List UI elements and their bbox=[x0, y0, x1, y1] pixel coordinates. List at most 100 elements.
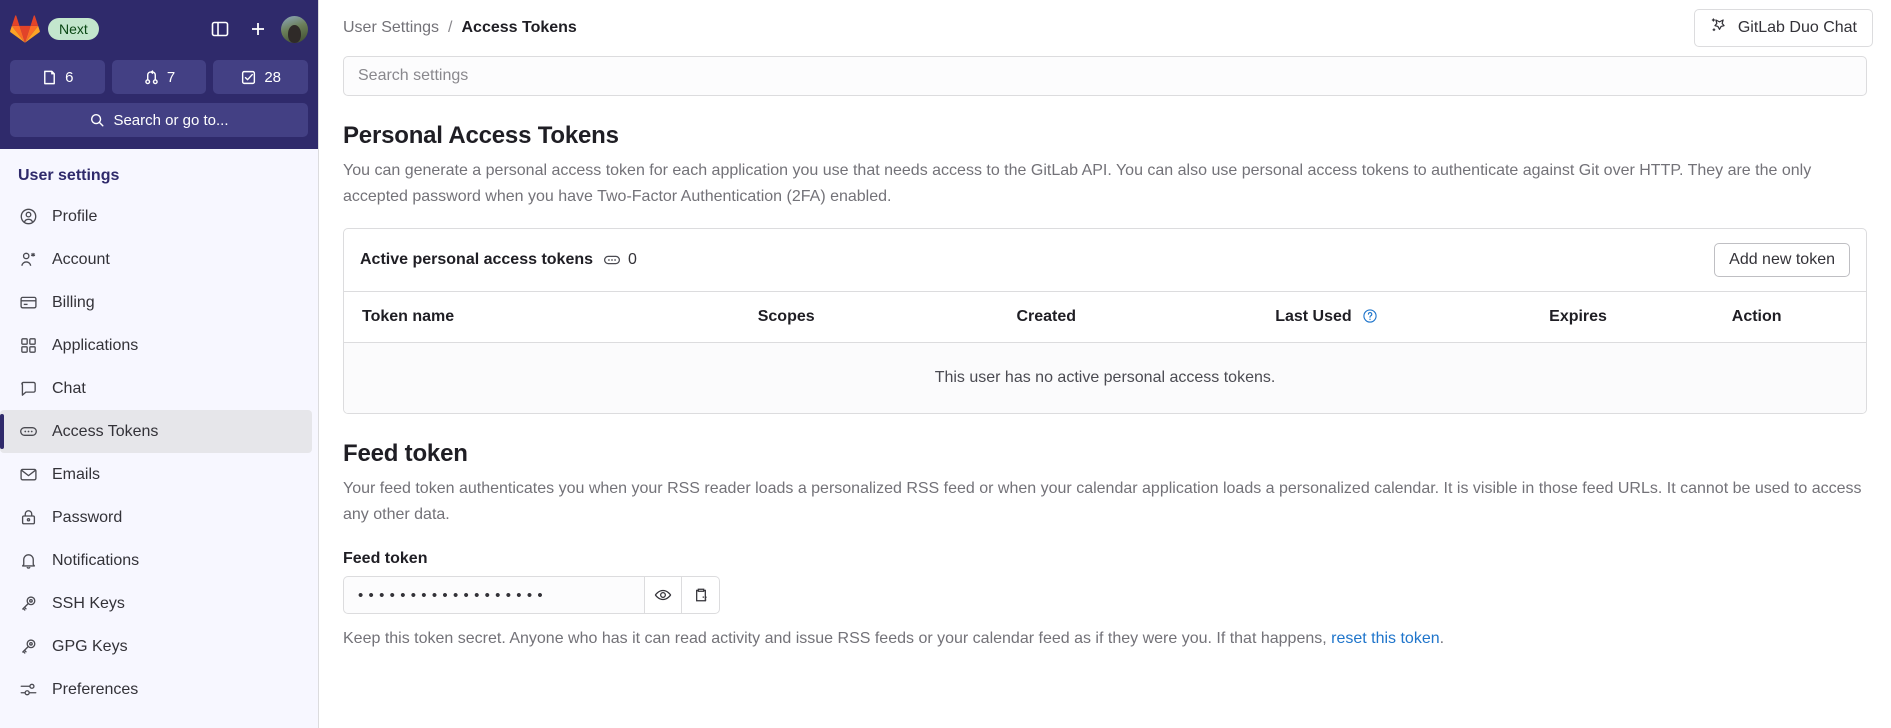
eye-icon bbox=[654, 589, 672, 601]
sidebar-item-label: Profile bbox=[52, 207, 98, 225]
page-title: Personal Access Tokens bbox=[343, 122, 619, 149]
topbar: User Settings / Access Tokens GitLab Duo… bbox=[319, 0, 1891, 56]
search-settings-input[interactable] bbox=[343, 56, 1867, 96]
table-row-empty: This user has no active personal access … bbox=[344, 342, 1866, 413]
column-last-used-label: Last Used bbox=[1275, 308, 1352, 325]
bell-icon bbox=[18, 551, 38, 571]
gitlab-logo-icon[interactable] bbox=[10, 14, 40, 44]
column-scopes: Scopes bbox=[739, 292, 999, 343]
envelope-icon bbox=[18, 465, 38, 485]
column-last-used: Last Used bbox=[1257, 292, 1532, 343]
issues-counter[interactable]: 6 bbox=[10, 60, 105, 94]
merge-requests-counter[interactable]: 7 bbox=[111, 60, 207, 94]
feed-token-row: •••••••••••••••••• bbox=[343, 576, 1867, 614]
breadcrumb-current[interactable]: Access Tokens bbox=[462, 19, 577, 37]
panel-toggle-icon[interactable] bbox=[205, 14, 235, 44]
settings-content: Personal Access Tokens You can generate … bbox=[319, 56, 1891, 728]
sidebar-item-chat[interactable]: Chat bbox=[0, 367, 318, 410]
sidebar-item-label: Emails bbox=[52, 465, 101, 483]
sidebar-item-label: Notifications bbox=[52, 551, 140, 569]
column-expires: Expires bbox=[1531, 292, 1714, 343]
search-or-go-to-button[interactable]: Search or go to... bbox=[10, 103, 308, 137]
tokens-table-head: Token name Scopes Created Last Used Expi… bbox=[344, 292, 1866, 343]
todos-counter[interactable]: 28 bbox=[213, 60, 309, 94]
next-badge: Next bbox=[48, 18, 99, 40]
personal-access-tokens-description: You can generate a personal access token… bbox=[343, 162, 1812, 205]
gitlab-duo-chat-label: GitLab Duo Chat bbox=[1737, 19, 1857, 36]
key-icon bbox=[18, 594, 38, 614]
chat-bubble-icon bbox=[18, 379, 38, 399]
applications-grid-icon bbox=[18, 336, 38, 356]
clipboard-icon bbox=[695, 588, 706, 602]
profile-icon bbox=[18, 207, 38, 227]
preferences-sliders-icon bbox=[18, 680, 38, 700]
feed-token-footer-suffix: . bbox=[1439, 630, 1445, 647]
reveal-feed-token-button[interactable] bbox=[644, 576, 682, 614]
search-icon bbox=[91, 113, 104, 127]
sidebar-item-applications[interactable]: Applications bbox=[0, 324, 318, 367]
sidebar-item-gpg-keys[interactable]: GPG Keys bbox=[0, 625, 318, 668]
breadcrumb-parent[interactable]: User Settings bbox=[343, 19, 439, 37]
sidebar-item-password[interactable]: Password bbox=[0, 496, 318, 539]
sidebar-item-label: Applications bbox=[52, 336, 139, 354]
plus-icon[interactable] bbox=[243, 14, 273, 44]
sidebar-item-billing[interactable]: Billing bbox=[0, 281, 318, 324]
active-tokens-count: 0 bbox=[628, 251, 637, 268]
sidebar-nav: User settings Profile Account Billing Ap… bbox=[0, 149, 318, 728]
gitlab-duo-chat-button[interactable]: GitLab Duo Chat bbox=[1693, 9, 1873, 47]
sidebar-item-profile[interactable]: Profile bbox=[0, 195, 318, 238]
add-new-token-button[interactable]: Add new token bbox=[1714, 243, 1850, 277]
sidebar-item-account[interactable]: Account bbox=[0, 238, 318, 281]
tokens-table: Token name Scopes Created Last Used Expi… bbox=[344, 292, 1866, 413]
feed-token-field-label: Feed token bbox=[343, 550, 428, 567]
sidebar-item-notifications[interactable]: Notifications bbox=[0, 539, 318, 582]
account-icon bbox=[18, 250, 38, 270]
active-tokens-card: Active personal access tokens 0 Add new … bbox=[343, 228, 1867, 414]
sidebar-header: Next 6 7 28 Search or go to... bbox=[0, 0, 318, 149]
feed-token-input[interactable]: •••••••••••••••••• bbox=[343, 576, 644, 614]
user-avatar[interactable] bbox=[281, 15, 308, 43]
main-content: User Settings / Access Tokens GitLab Duo… bbox=[319, 0, 1891, 728]
lock-icon bbox=[18, 508, 38, 528]
tokens-table-body: This user has no active personal access … bbox=[344, 342, 1866, 413]
sidebar-item-label: Password bbox=[52, 508, 123, 526]
reset-feed-token-link[interactable]: reset this token bbox=[1331, 630, 1440, 647]
sidebar-item-ssh-keys[interactable]: SSH Keys bbox=[0, 582, 318, 625]
sidebar-counters: 6 7 28 bbox=[10, 60, 309, 94]
feed-token-description: Your feed token authenticates you when y… bbox=[343, 480, 1862, 523]
sidebar-item-label: GPG Keys bbox=[52, 637, 128, 655]
sidebar-item-label: Account bbox=[52, 250, 110, 268]
column-created: Created bbox=[998, 292, 1258, 343]
column-action: Action bbox=[1713, 292, 1866, 343]
issues-count: 6 bbox=[65, 68, 74, 86]
search-label: Search or go to... bbox=[113, 111, 229, 129]
sidebar-item-label: SSH Keys bbox=[52, 594, 125, 612]
sidebar: Next 6 7 28 Search or go to... User sett… bbox=[0, 0, 319, 728]
sidebar-item-label: Preferences bbox=[52, 680, 139, 698]
token-icon bbox=[18, 422, 38, 442]
gitlab-duo-icon bbox=[1710, 16, 1729, 40]
sidebar-item-preferences[interactable]: Preferences bbox=[0, 668, 318, 711]
column-token-name: Token name bbox=[344, 292, 740, 343]
table-header-row: Token name Scopes Created Last Used Expi… bbox=[344, 292, 1866, 343]
sidebar-item-label: Billing bbox=[52, 293, 95, 311]
sidebar-item-label: Chat bbox=[52, 379, 86, 397]
billing-card-icon bbox=[18, 293, 38, 313]
sidebar-section-title: User settings bbox=[18, 167, 120, 184]
token-icon bbox=[604, 255, 621, 265]
todos-count: 28 bbox=[264, 68, 282, 86]
question-circle-icon[interactable] bbox=[1362, 308, 1378, 324]
feed-token-footer: Keep this token secret. Anyone who has i… bbox=[343, 627, 1867, 651]
feed-token-footer-text: Keep this token secret. Anyone who has i… bbox=[343, 630, 1332, 647]
active-tokens-card-header: Active personal access tokens 0 Add new … bbox=[344, 229, 1866, 292]
sidebar-item-access-tokens[interactable]: Access Tokens bbox=[0, 410, 312, 453]
key-icon bbox=[18, 637, 38, 657]
gitlab-user-settings-page: Next 6 7 28 Search or go to... User sett… bbox=[0, 0, 1891, 728]
copy-feed-token-button[interactable] bbox=[682, 576, 720, 614]
breadcrumb-separator: / bbox=[448, 19, 453, 36]
sidebar-item-emails[interactable]: Emails bbox=[0, 453, 318, 496]
empty-state-message: This user has no active personal access … bbox=[344, 342, 1866, 413]
sidebar-item-label: Access Tokens bbox=[52, 422, 159, 440]
active-tokens-count-badge: 0 bbox=[603, 251, 637, 269]
active-tokens-title: Active personal access tokens bbox=[360, 251, 594, 268]
